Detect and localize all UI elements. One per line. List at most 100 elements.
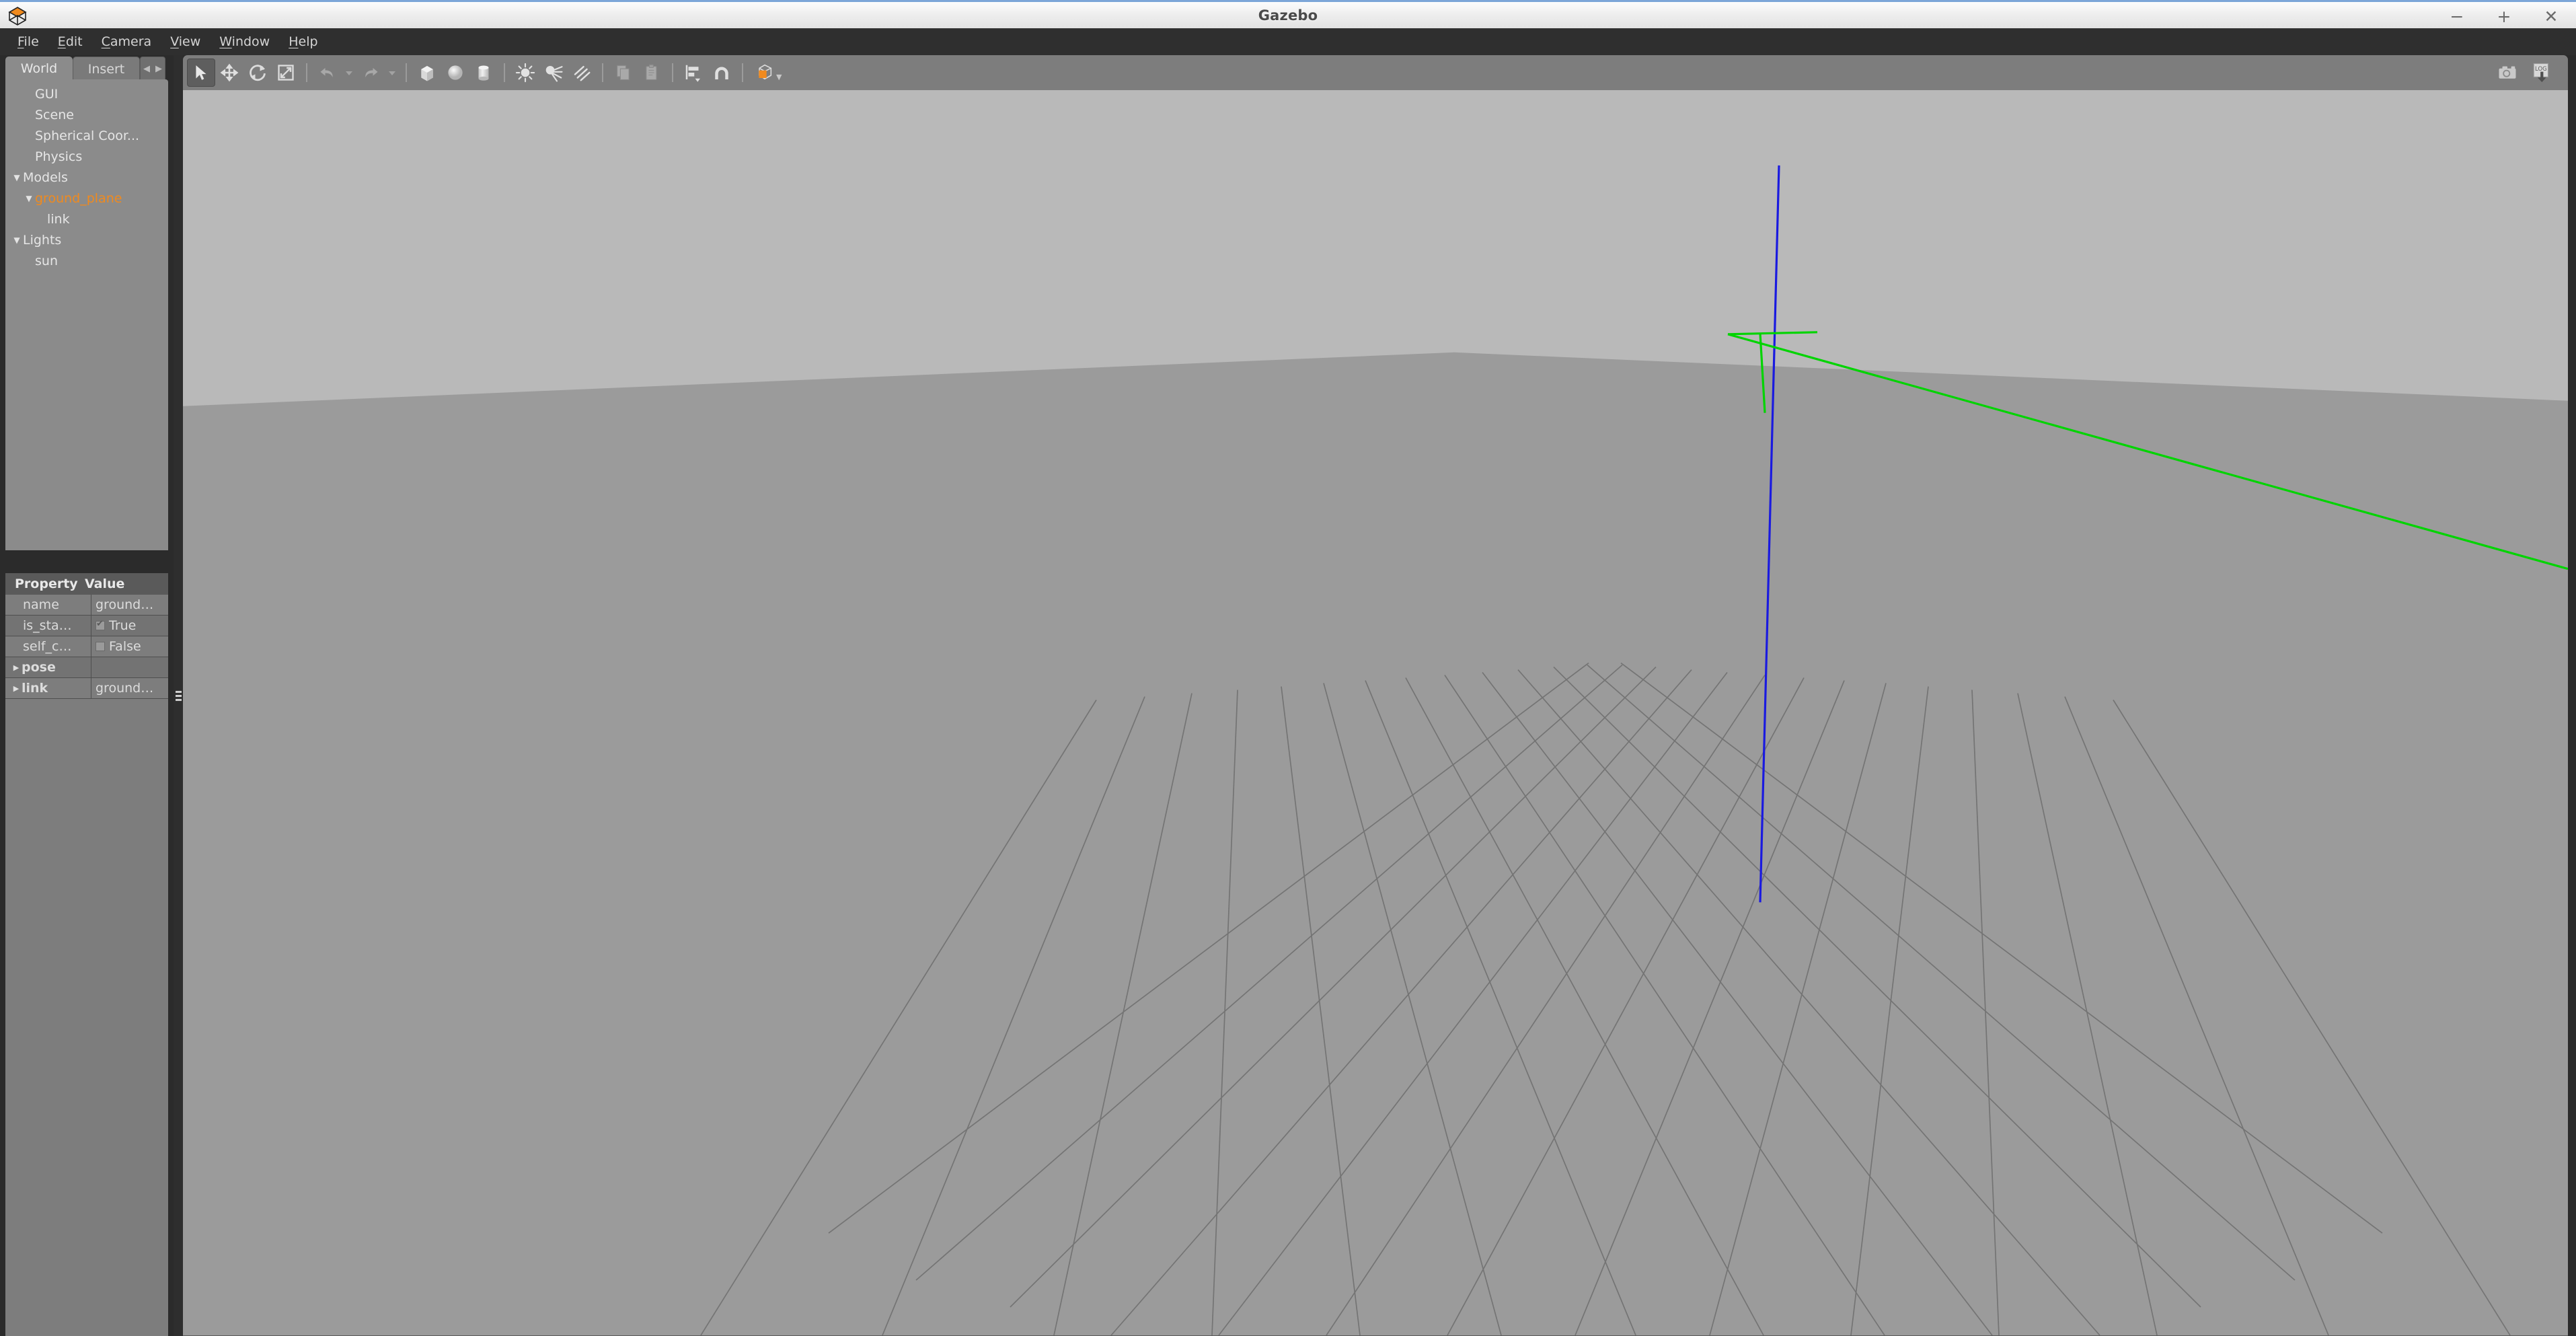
gazebo-logo-icon [7, 5, 28, 27]
tree-item-spherical-coor[interactable]: Spherical Coor... [5, 125, 168, 146]
insert-cylinder-icon[interactable] [469, 59, 498, 87]
view-angle-caret-icon[interactable]: ▼ [776, 73, 782, 81]
tree-item-link[interactable]: link [5, 209, 168, 229]
undo-icon[interactable] [313, 59, 342, 87]
paste-icon[interactable] [638, 59, 666, 87]
property-value-label: ground… [96, 681, 154, 696]
tab-world[interactable]: World [5, 57, 73, 81]
separator-4 [602, 63, 603, 82]
menu-edit[interactable]: Edit [48, 32, 92, 52]
tab-scroll-right-icon[interactable]: ▶ [153, 64, 165, 74]
tree-item-gui[interactable]: GUI [5, 83, 168, 104]
snap-icon[interactable] [708, 59, 736, 87]
property-checkbox[interactable] [96, 642, 105, 651]
world-tree-panel[interactable]: GUI Scene Spherical Coor... Physics ▼ Models ▼… [5, 79, 168, 550]
tab-scroll-controls: ◀ ▶ [140, 57, 165, 81]
property-value-label: False [109, 639, 141, 654]
property-name-cell: is_sta… [5, 616, 91, 636]
property-checkbox[interactable] [96, 619, 105, 630]
property-name-cell: ▶ pose [5, 657, 91, 677]
property-row[interactable]: self_c… False [5, 636, 168, 657]
menu-bar: File Edit Camera View Window Help [0, 28, 2576, 55]
world-tree: GUI Scene Spherical Coor... Physics ▼ Models ▼… [5, 79, 168, 271]
tree-expander-icon[interactable]: ▼ [23, 194, 35, 203]
redo-icon[interactable] [356, 59, 385, 87]
property-value-cell[interactable]: True [91, 618, 168, 633]
tree-item-label: link [47, 211, 70, 227]
tree-item-label: Models [23, 170, 68, 185]
separator-2 [406, 63, 407, 82]
directional-light-icon[interactable] [568, 59, 596, 87]
translate-mode-icon[interactable] [215, 59, 243, 87]
tab-scroll-left-icon[interactable]: ◀ [141, 64, 153, 74]
property-name-label: is_sta… [23, 618, 72, 633]
property-value-cell[interactable]: False [91, 639, 168, 654]
menu-file[interactable]: File [8, 32, 48, 52]
property-name-label: name [23, 597, 59, 612]
property-table-body: nameground…is_sta…Trueself_c…False▶pose▶… [5, 595, 168, 699]
tab-insert[interactable]: Insert [73, 57, 140, 81]
property-panel[interactable]: Property Value name ground… is_sta… True sel… [5, 573, 168, 1336]
separator-1 [306, 63, 307, 82]
tree-item-label: Scene [35, 107, 74, 122]
property-name-cell: ▶ link [5, 678, 91, 698]
header-value: Value [85, 577, 125, 591]
redo-history-caret-icon[interactable] [385, 59, 400, 87]
property-value-cell[interactable]: ground… [91, 681, 168, 696]
menu-camera[interactable]: Camera [92, 32, 161, 52]
3d-viewport[interactable] [183, 90, 2568, 1336]
property-expander-icon[interactable]: ▶ [11, 684, 22, 693]
copy-icon[interactable] [609, 59, 638, 87]
insert-sphere-icon[interactable] [441, 59, 469, 87]
property-name-label: link [22, 681, 48, 696]
separator-3 [504, 63, 505, 82]
tree-expander-icon[interactable]: ▼ [11, 173, 23, 182]
tree-item-label: sun [35, 253, 58, 268]
scene-render [183, 165, 2568, 1335]
property-expander-icon[interactable]: ▶ [11, 663, 22, 672]
tree-item-lights[interactable]: ▼ Lights [5, 229, 168, 250]
panel-splitter[interactable] [174, 55, 183, 1336]
property-row[interactable]: name ground… [5, 595, 168, 616]
property-name-label: pose [22, 660, 56, 675]
tree-item-label: Lights [23, 232, 62, 248]
scale-mode-icon[interactable] [272, 59, 300, 87]
point-light-icon[interactable] [511, 59, 539, 87]
tree-item-label: Physics [35, 149, 83, 164]
property-name-label: self_c… [23, 639, 72, 654]
property-value-label: ground… [96, 597, 154, 612]
render-toolbar: ▼ LOG [183, 55, 2568, 90]
property-table-header: Property Value [5, 573, 168, 595]
tree-item-sun[interactable]: sun [5, 250, 168, 271]
tree-item-scene[interactable]: Scene [5, 104, 168, 125]
spot-light-icon[interactable] [539, 59, 568, 87]
tree-item-ground-plane[interactable]: ▼ ground_plane [5, 188, 168, 209]
align-icon[interactable] [679, 59, 708, 87]
separator-6 [742, 63, 743, 82]
splitter-grip-icon [175, 690, 182, 701]
maximize-button[interactable]: + [2495, 8, 2513, 25]
menu-window[interactable]: Window [210, 32, 279, 52]
screenshot-icon[interactable] [2491, 59, 2524, 87]
property-name-cell: name [5, 595, 91, 615]
tree-expander-icon[interactable]: ▼ [11, 235, 23, 245]
menu-help[interactable]: Help [279, 32, 327, 52]
window-title: Gazebo [1258, 7, 1318, 24]
property-row[interactable]: ▶ pose [5, 657, 168, 678]
tree-item-physics[interactable]: Physics [5, 146, 168, 167]
property-name-cell: self_c… [5, 636, 91, 657]
insert-box-icon[interactable] [413, 59, 441, 87]
minimize-button[interactable]: − [2448, 8, 2466, 25]
separator-5 [672, 63, 673, 82]
property-row[interactable]: is_sta… True [5, 616, 168, 636]
undo-history-caret-icon[interactable] [342, 59, 356, 87]
menu-view[interactable]: View [161, 32, 210, 52]
window-controls: − + ✕ [2448, 2, 2565, 30]
property-row[interactable]: ▶ link ground… [5, 678, 168, 699]
rotate-mode-icon[interactable] [243, 59, 272, 87]
close-button[interactable]: ✕ [2542, 8, 2560, 25]
select-mode-icon[interactable] [187, 59, 215, 87]
property-value-cell[interactable]: ground… [91, 597, 168, 612]
log-icon[interactable]: LOG [2524, 59, 2561, 87]
tree-item-models[interactable]: ▼ Models [5, 167, 168, 188]
